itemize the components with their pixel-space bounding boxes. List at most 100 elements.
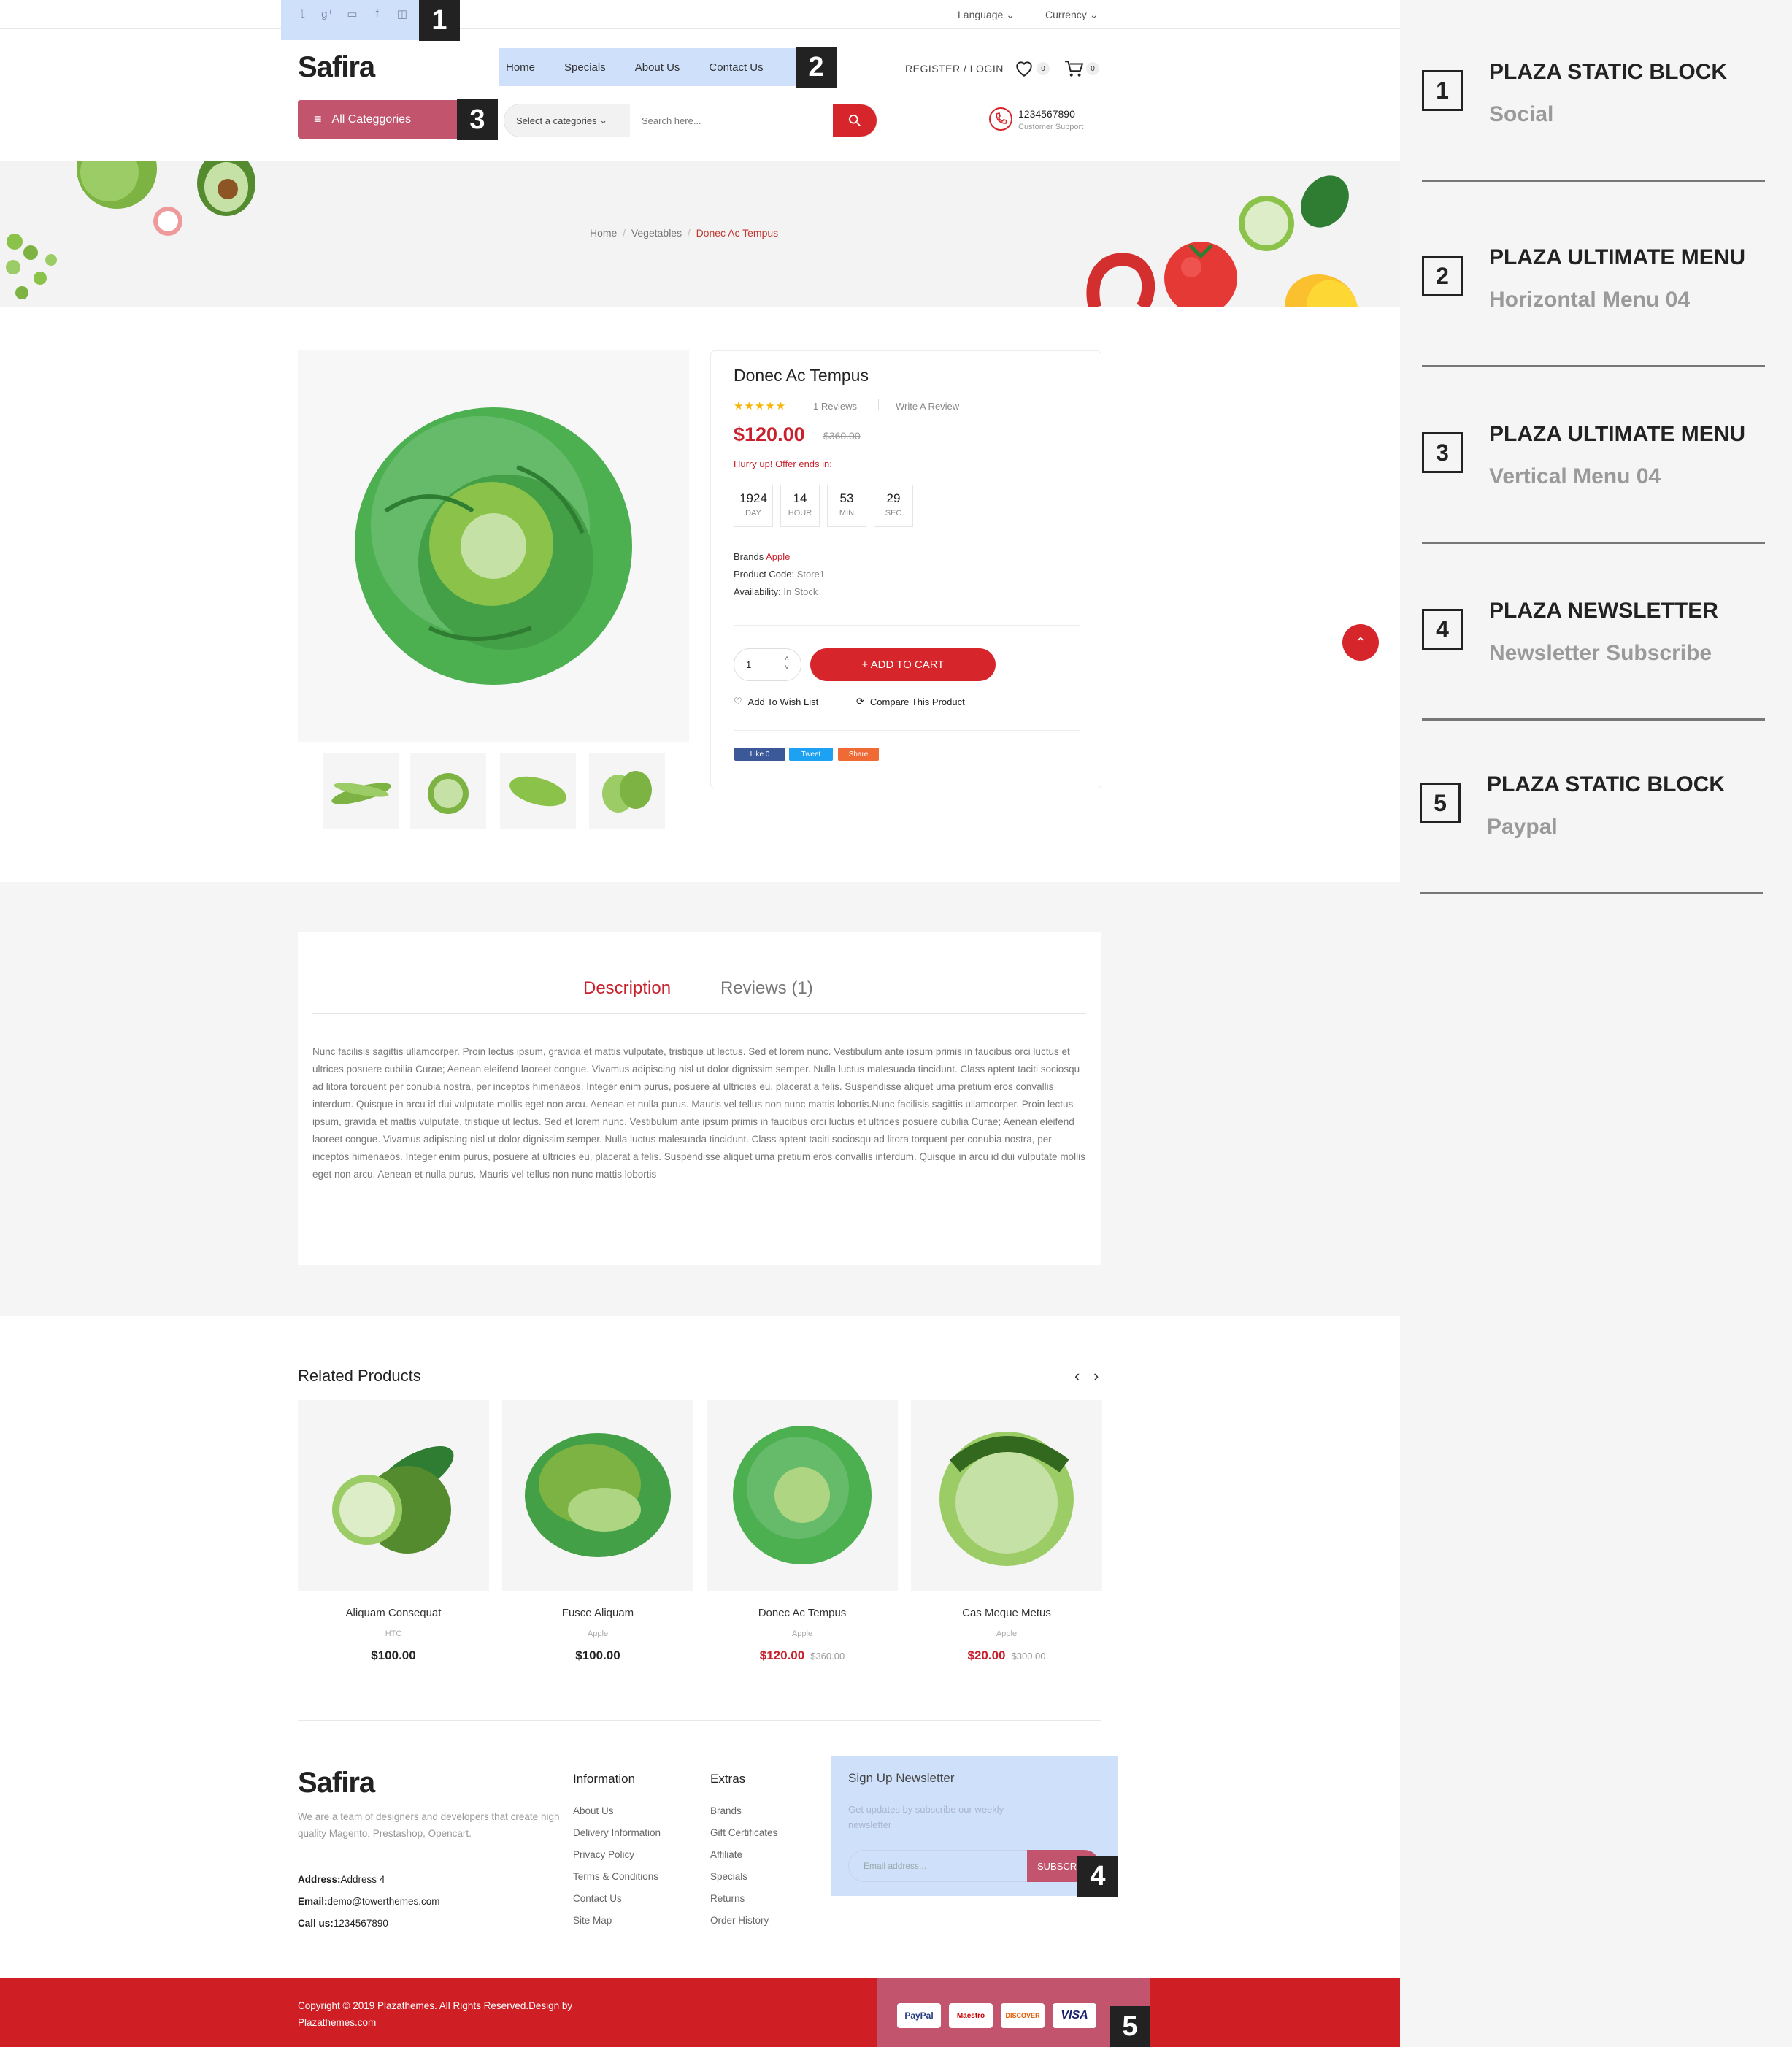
breadcrumb-sep: / [687,227,691,239]
carousel-prev-button[interactable]: ‹ [1074,1367,1080,1386]
all-categories-button[interactable]: ≡ All Categgories [298,100,458,139]
product-name[interactable]: Fusce Aliquam [502,1607,693,1619]
product-name[interactable]: Cas Meque Metus [911,1607,1102,1619]
legend-title: PLAZA NEWSLETTER [1489,599,1718,623]
instagram-icon[interactable]: ◫ [394,7,410,20]
compare-link[interactable]: ⟳ Compare This Product [856,696,965,707]
all-categories-label: All Categgories [331,112,412,126]
reviews-count-link[interactable]: 1 Reviews [813,401,857,412]
product-name[interactable]: Aliquam Consequat [298,1607,489,1619]
footer-link[interactable]: Gift Certificates [710,1827,777,1838]
add-to-wishlist-link[interactable]: ♡ Add To Wish List [734,696,818,707]
product-card[interactable]: Aliquam Consequat HTC $100.00 [298,1400,489,1663]
nav-about[interactable]: About Us [635,61,680,74]
product-thumbnail[interactable] [500,753,576,829]
product-image[interactable] [502,1400,693,1591]
footer-link[interactable]: Delivery Information [573,1827,661,1838]
nav-home[interactable]: Home [506,61,535,74]
google-plus-icon[interactable]: g⁺ [319,7,335,20]
legend-subtitle: Horizontal Menu 04 [1489,288,1691,312]
breadcrumb-home[interactable]: Home [590,227,617,239]
footer-link[interactable]: Returns [710,1893,745,1904]
login-link[interactable]: LOGIN [970,63,1004,74]
refresh-icon: ⟳ [856,696,864,707]
footer-link[interactable]: About Us [573,1805,614,1816]
twitter-icon[interactable]: 𝕥 [294,7,310,20]
footer-link[interactable]: Order History [710,1915,769,1926]
footer-link[interactable]: Site Map [573,1915,612,1926]
carousel-next-button[interactable]: › [1093,1367,1099,1386]
cart-button[interactable]: 0 [1064,60,1099,77]
price-value: $100.00 [575,1648,620,1662]
nav-specials[interactable]: Specials [564,61,606,74]
brand-link[interactable]: Apple [766,551,790,562]
pea-pod-image [331,783,391,804]
product-price: $100.00 [502,1648,693,1663]
share-button[interactable]: Share [838,748,879,761]
tweet-button[interactable]: Tweet [789,748,833,761]
wishlist-button[interactable]: 0 [1015,60,1050,77]
product-main-image[interactable] [298,350,689,742]
category-select[interactable]: Select a categories ⌄ [504,104,630,137]
register-link[interactable]: REGISTER [905,63,961,74]
product-image[interactable] [298,1400,489,1591]
price-value: $100.00 [371,1648,416,1662]
search-button[interactable] [833,104,877,137]
footer-link[interactable]: Privacy Policy [573,1849,634,1860]
legend-subtitle: Paypal [1487,815,1558,839]
currency-select[interactable]: Currency ⌄ [1045,9,1098,21]
brand-label: Brands [734,551,764,562]
tab-description[interactable]: Description [583,978,671,999]
add-to-cart-button[interactable]: + ADD TO CART [810,648,996,681]
product-card[interactable]: Fusce Aliquam Apple $100.00 [502,1400,693,1663]
pepper-image [509,776,566,807]
stepper-arrows-icon[interactable]: ˄ ˅ [785,655,789,672]
search-bar: Select a categories ⌄ [504,104,877,137]
product-thumbnail[interactable] [589,753,665,829]
write-review-link[interactable]: Write A Review [896,401,959,412]
cart-icon [1065,61,1083,77]
nav-contact[interactable]: Contact Us [709,61,763,74]
facebook-like-button[interactable]: Like 0 [734,748,785,761]
footer-link[interactable]: Terms & Conditions [573,1871,658,1882]
code-label: Product Code: [734,569,795,580]
footer-link[interactable]: Specials [710,1871,747,1882]
scroll-to-top-button[interactable]: ⌃ [1342,624,1379,661]
product-card[interactable]: Donec Ac Tempus Apple $120.00 $360.00 [707,1400,898,1663]
legend-title: PLAZA STATIC BLOCK [1487,772,1726,796]
footer-link[interactable]: Affiliate [710,1849,742,1860]
tab-reviews[interactable]: Reviews (1) [720,978,813,999]
product-brand: Apple [587,1629,609,1638]
footer-link[interactable]: Contact Us [573,1893,622,1904]
cabbage-image [939,1432,1074,1566]
search-input[interactable] [630,115,833,126]
footer-link[interactable]: Brands [710,1805,742,1816]
product-thumbnail[interactable] [410,753,486,829]
vegetables-left-decoration [6,161,255,299]
product-card[interactable]: Cas Meque Metus Apple $20.00 $300.00 [911,1400,1102,1663]
product-thumbnail[interactable] [323,753,399,829]
breadcrumb-current: Donec Ac Tempus [696,227,779,239]
paypal-icon: PayPal [897,2003,941,2028]
product-brand: HTC [385,1629,402,1638]
product-name[interactable]: Donec Ac Tempus [707,1607,898,1619]
product-image[interactable] [911,1400,1102,1591]
language-select[interactable]: Language ⌄ [958,9,1015,21]
site-logo[interactable]: Safira [298,51,375,84]
quantity-value: 1 [746,659,752,670]
rating-stars: ★★★★★ [734,400,787,412]
breadcrumb-category[interactable]: Vegetables [631,227,682,239]
product-image[interactable] [707,1400,898,1591]
code-value: Store1 [796,569,826,580]
quantity-stepper[interactable]: 1 ˄ ˅ [734,648,801,681]
product-brand: Apple [791,1629,813,1638]
breadcrumb: Home / Vegetables / Donec Ac Tempus [590,227,778,239]
youtube-icon[interactable]: ▭ [344,7,360,20]
separator: / [963,63,967,74]
visa-icon: VISA [1053,2003,1096,2028]
newsletter-text: Get updates by subscribe our weekly news… [848,1804,1004,1830]
footer-logo[interactable]: Safira [298,1767,375,1800]
email-value[interactable]: demo@towerthemes.com [328,1896,440,1907]
facebook-icon[interactable]: f [369,7,385,20]
legend-subtitle: Social [1489,102,1554,126]
